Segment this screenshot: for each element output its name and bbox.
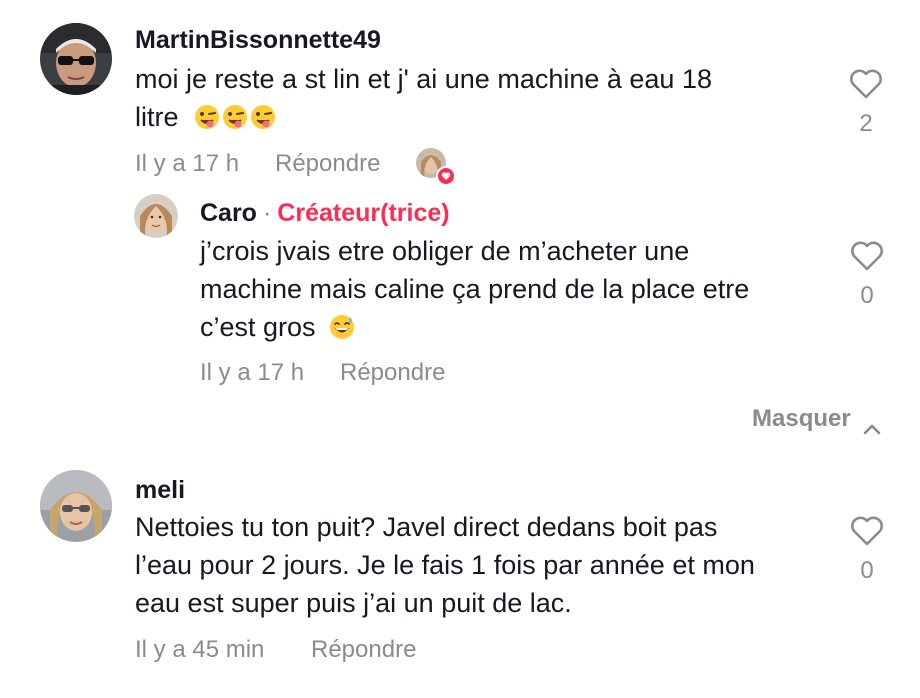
comment-text-line: l’eau pour 2 jours. Je le fais 1 fois pa…: [135, 550, 755, 580]
reply-text: j’crois jvais etre obliger de m’acheter …: [200, 232, 749, 346]
sweat-smile-emoji: [329, 314, 355, 340]
like-count: 0: [860, 282, 874, 309]
comment-timestamp: Il y a 17 h: [135, 150, 240, 177]
chevron-up-icon: [863, 414, 881, 434]
comment-text: moi je reste a st lin et j' ai une machi…: [135, 60, 712, 136]
comment-text-line: Nettoies tu ton puit? Javel direct dedan…: [135, 512, 718, 542]
reply-text-line: j’crois jvais etre obliger de m’acheter …: [200, 236, 690, 266]
winking-tongue-emoji: [222, 104, 248, 130]
reply-button[interactable]: Répondre: [311, 636, 416, 664]
creator-badge: Créateur(trice): [277, 199, 450, 227]
comment-text-line: moi je reste a st lin et j' ai une machi…: [135, 64, 712, 94]
like-count: 2: [859, 110, 873, 137]
comment-text-line-text: litre: [135, 102, 179, 132]
reply-author-row: Caro · Créateur(trice): [200, 199, 450, 228]
comment-username[interactable]: MartinBissonnette49: [135, 26, 381, 55]
heart-icon[interactable]: [848, 68, 884, 100]
reply-text-line: machine mais caline ça prend de la place…: [200, 274, 750, 304]
reply-timestamp: Il y a 17 h: [200, 359, 305, 386]
heart-icon[interactable]: [849, 240, 885, 272]
reply-text-line-text: c’est gros: [200, 312, 316, 342]
hide-replies-button[interactable]: Masquer: [752, 405, 881, 434]
avatar[interactable]: [40, 23, 112, 95]
winking-tongue-emoji: [194, 104, 220, 130]
reply-text-line: c’est gros: [200, 308, 749, 346]
comment-text: Nettoies tu ton puit? Javel direct dedan…: [135, 508, 755, 622]
comment-username[interactable]: meli: [135, 476, 185, 505]
comment-text-line: eau est super puis j’ai un puit de lac.: [135, 588, 572, 618]
reply-button[interactable]: Répondre: [275, 150, 380, 178]
comment-timestamp: Il y a 45 min: [135, 636, 265, 663]
hide-replies-label: Masquer: [752, 405, 851, 432]
reply-button[interactable]: Répondre: [340, 359, 445, 387]
reply-username[interactable]: Caro: [200, 199, 257, 227]
avatar[interactable]: [134, 194, 178, 238]
liked-by-creator-indicator: [416, 148, 456, 186]
heart-icon[interactable]: [849, 515, 885, 547]
winking-tongue-emoji: [250, 104, 276, 130]
comment-text-line: litre: [135, 98, 712, 136]
heart-badge-icon: [436, 166, 456, 186]
like-count: 0: [860, 557, 874, 584]
separator-dot: ·: [262, 199, 272, 227]
avatar[interactable]: [40, 470, 112, 542]
